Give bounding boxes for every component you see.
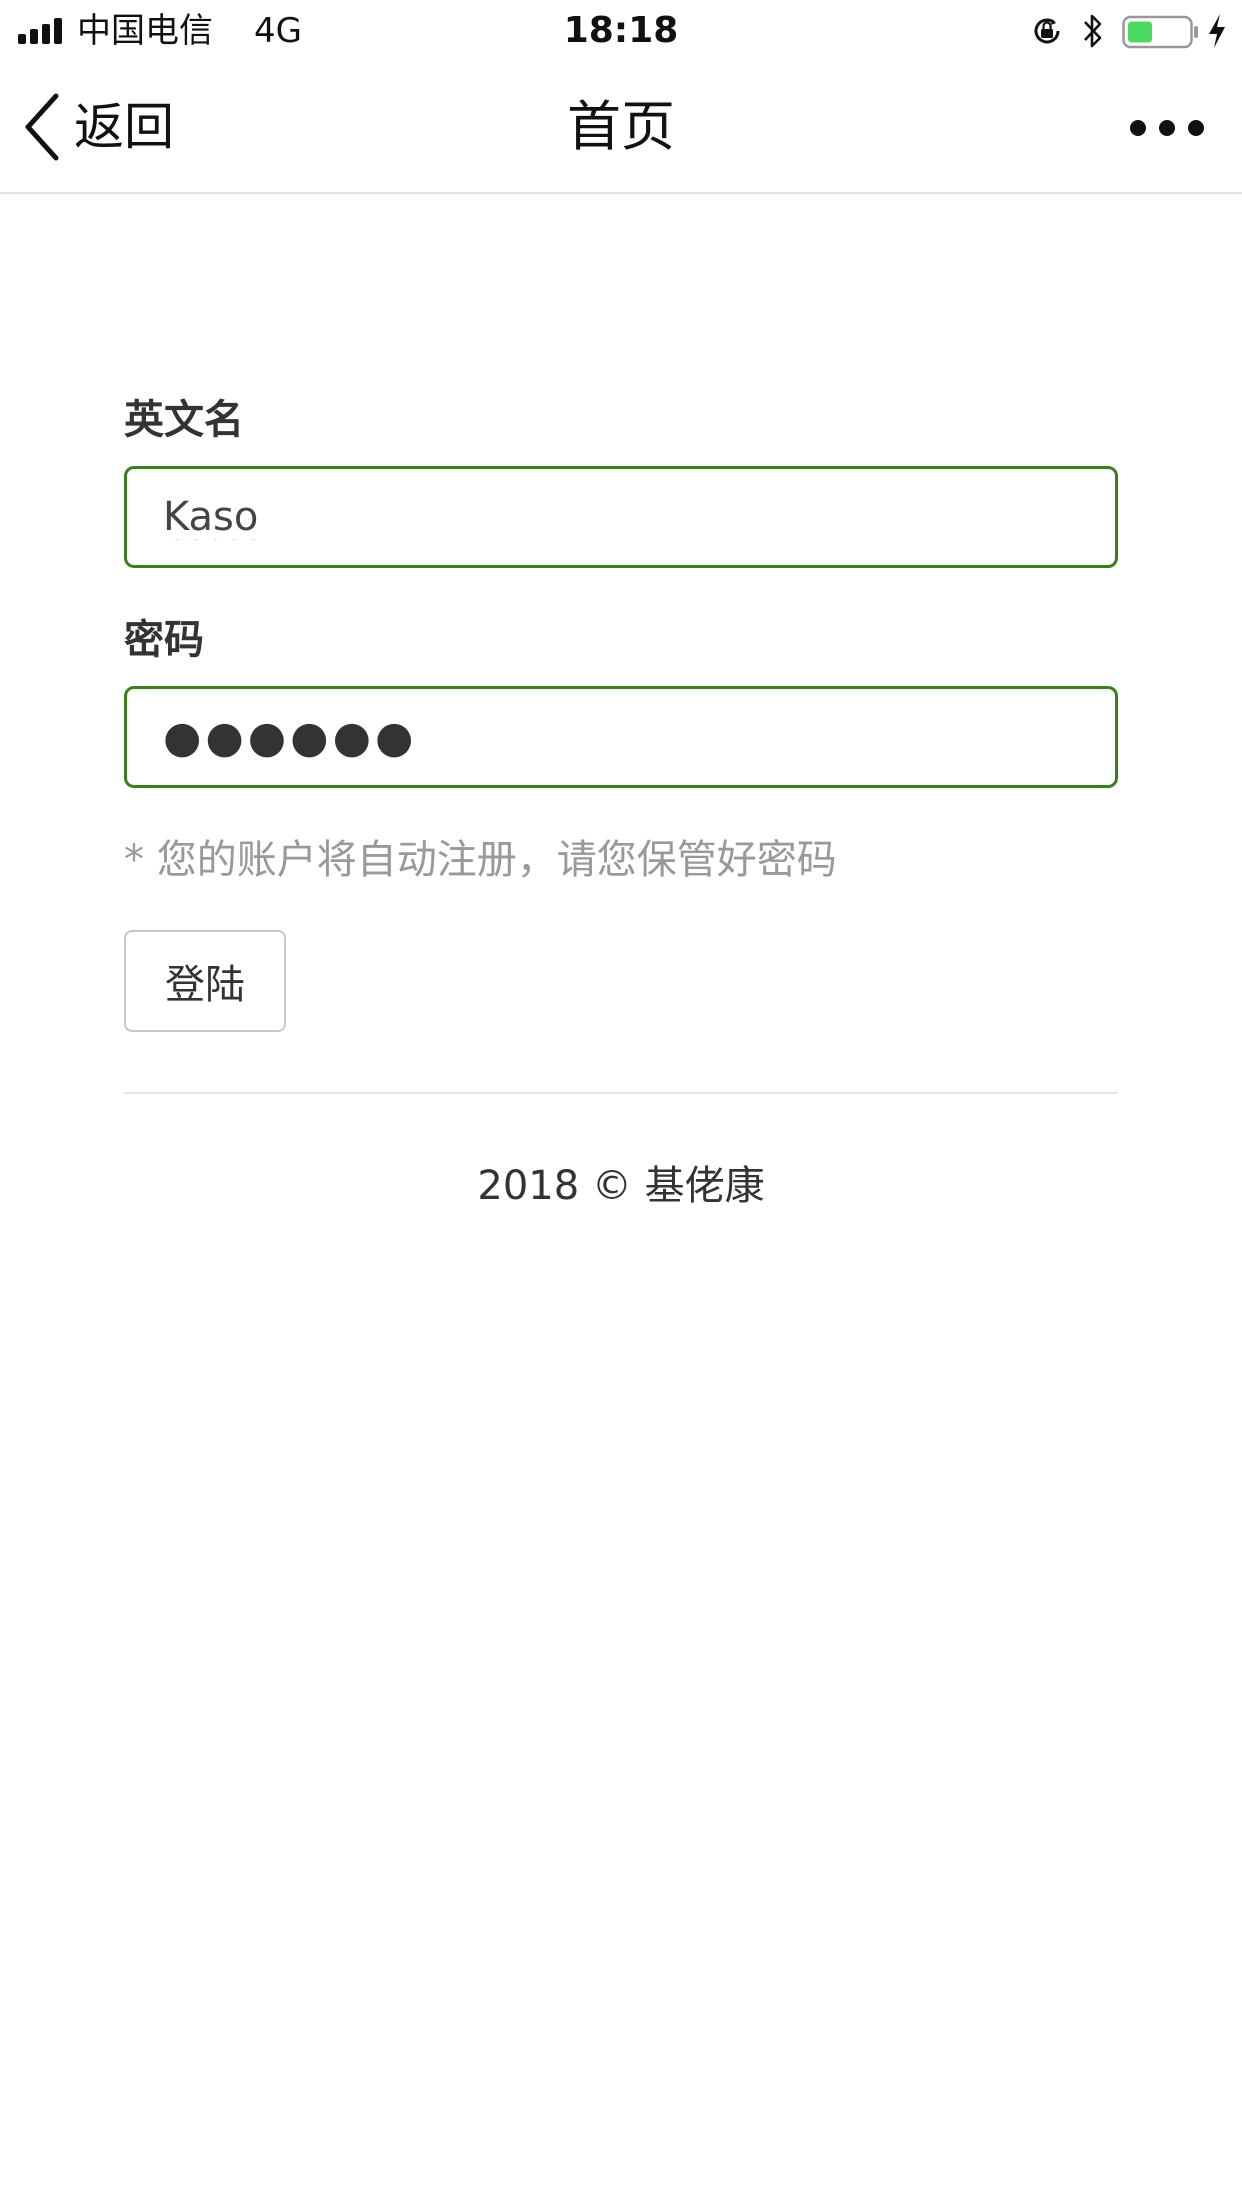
rotation-lock-icon — [1034, 18, 1060, 44]
login-button[interactable]: 登陆 — [124, 930, 286, 1032]
more-options-button[interactable] — [1130, 108, 1204, 148]
more-dot-icon — [1188, 120, 1204, 136]
footer-copyright: 2018 © 基佬康 — [477, 1163, 765, 1209]
registration-hint: * 您的账户将自动注册，请您保管好密码 — [124, 837, 837, 883]
login-form: 英文名 密码 * 您的账户将自动注册，请您保管好密码 登陆 2018 © 基佬康 — [124, 390, 1118, 1214]
name-label: 英文名 — [124, 397, 244, 443]
password-label: 密码 — [124, 617, 204, 663]
more-dot-icon — [1130, 120, 1146, 136]
password-input[interactable] — [124, 686, 1118, 788]
english-name-input[interactable] — [124, 466, 1118, 568]
charging-icon — [1209, 14, 1225, 48]
divider — [124, 1092, 1118, 1094]
status-bar: 中国电信 4G 18:18 — [0, 0, 1242, 62]
more-dot-icon — [1159, 120, 1175, 136]
page-title: 首页 — [567, 95, 675, 158]
navigation-bar: 返回 首页 — [0, 62, 1242, 194]
battery-icon — [1122, 15, 1198, 49]
bluetooth-icon — [1084, 14, 1102, 48]
